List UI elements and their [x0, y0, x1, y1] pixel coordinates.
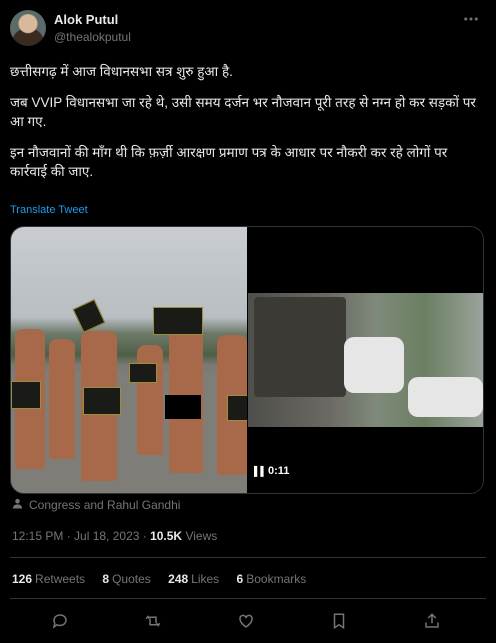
translate-tweet-link[interactable]: Translate Tweet: [10, 204, 88, 216]
like-icon[interactable]: [234, 609, 258, 633]
retweet-icon[interactable]: [141, 609, 165, 633]
bookmark-icon[interactable]: [327, 609, 351, 633]
protest-sign: [72, 299, 106, 333]
tweet-paragraph: छत्तीसगढ़ में आज विधानसभा सत्र शुरु हुआ …: [10, 64, 233, 79]
author-name[interactable]: Alok Putul: [54, 12, 118, 27]
protest-sign: [83, 387, 121, 415]
divider: [10, 557, 486, 558]
timestamp[interactable]: 12:15 PM · Jul 18, 2023 ·: [12, 529, 150, 543]
media-container: [10, 226, 484, 494]
author-handle[interactable]: @thealokputul: [54, 30, 131, 44]
tweet: Alok Putul @thealokputul छत्तीसगढ़ में आ…: [0, 0, 496, 643]
avatar[interactable]: [10, 10, 46, 46]
source-attribution[interactable]: Congress and Rahul Gandhi: [12, 498, 180, 512]
views-count: 10.5K: [150, 529, 183, 543]
video-duration: ▌▌0:11: [254, 465, 290, 477]
reply-icon[interactable]: [48, 609, 72, 633]
share-icon[interactable]: [420, 609, 444, 633]
views-label: Views: [182, 529, 218, 543]
likes-stat[interactable]: 248 Likes: [168, 572, 219, 586]
quotes-stat[interactable]: 8 Quotes: [102, 572, 150, 586]
tweet-meta: 12:15 PM · Jul 18, 2023 · 10.5K Views: [12, 529, 217, 543]
tweet-paragraph: जब VVIP विधानसभा जा रहे थे, उसी समय दर्ज…: [10, 95, 476, 129]
pause-icon[interactable]: ▌▌: [254, 466, 267, 476]
action-bar: [0, 609, 496, 635]
tweet-text: छत्तीसगढ़ में आज विधानसभा सत्र शुरु हुआ …: [10, 62, 486, 193]
truck: [254, 297, 346, 397]
protest-sign: [153, 307, 203, 335]
more-icon[interactable]: [462, 10, 480, 33]
road: [11, 373, 247, 493]
car: [408, 377, 483, 417]
bookmarks-stat[interactable]: 6 Bookmarks: [237, 572, 307, 586]
protest-sign: [129, 363, 157, 383]
protest-sign: [227, 395, 247, 421]
protest-sign: [11, 381, 41, 409]
person-figure: [49, 339, 75, 459]
car: [344, 337, 404, 393]
divider: [10, 598, 486, 599]
retweets-stat[interactable]: 126 Retweets: [12, 572, 85, 586]
person-icon: [12, 498, 24, 512]
video-preview[interactable]: [248, 227, 483, 493]
protest-photo[interactable]: [11, 227, 247, 493]
censor-bar: [165, 395, 201, 419]
person-figure: [137, 345, 163, 455]
engagement-stats: 126 Retweets 8 Quotes 248 Likes 6 Bookmarks: [12, 572, 320, 586]
tweet-paragraph: इन नौजवानों की माँग थी कि फ़र्ज़ी आरक्षण…: [10, 145, 448, 179]
